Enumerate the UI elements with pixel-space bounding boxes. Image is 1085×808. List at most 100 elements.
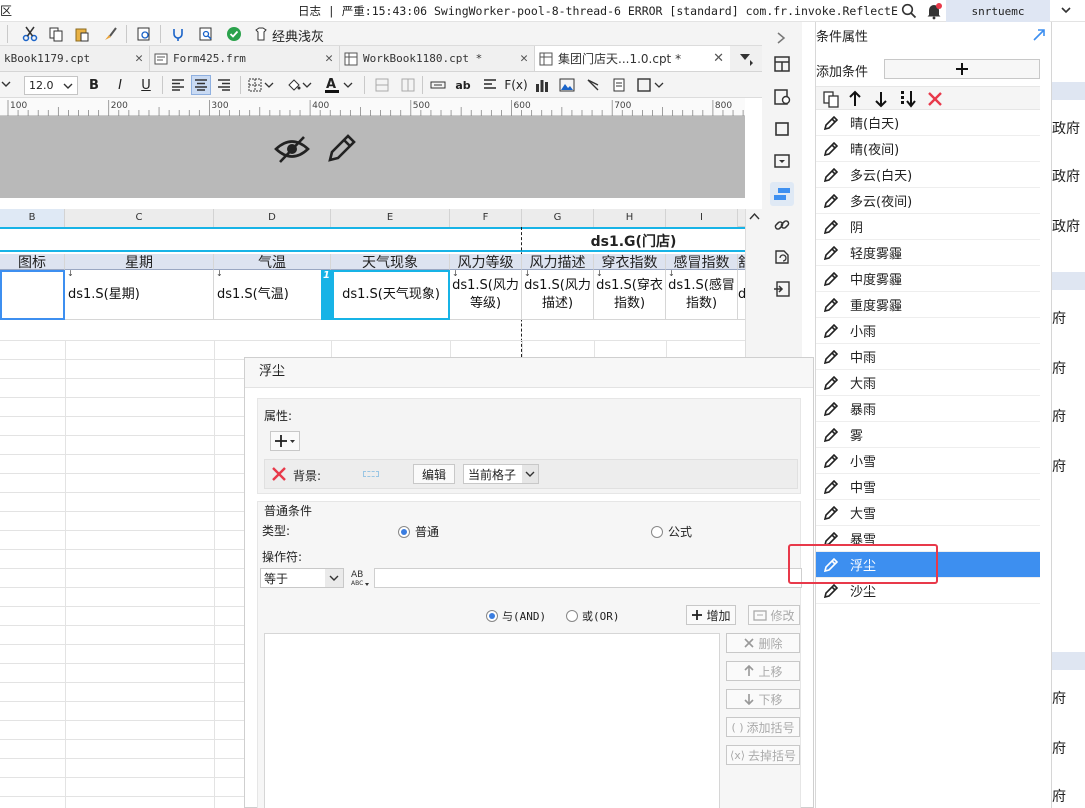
move-bottom-icon[interactable] — [899, 89, 917, 109]
close-icon[interactable]: ✕ — [713, 51, 724, 66]
condition-item[interactable]: 雾 — [816, 422, 1040, 448]
insert-text-icon[interactable]: ab — [452, 75, 474, 95]
underline-button[interactable]: U — [136, 75, 156, 95]
edit-pencil-icon[interactable] — [816, 453, 846, 468]
condition-item[interactable]: 暴雨 — [816, 396, 1040, 422]
edit-background-button[interactable]: 编辑 — [413, 464, 455, 484]
italic-button[interactable]: I — [110, 75, 130, 95]
plugin-icon[interactable] — [168, 24, 188, 44]
add-condition-item-button[interactable]: 增加 — [686, 605, 736, 625]
edit-pencil-icon[interactable] — [816, 349, 846, 364]
format-painter-icon[interactable] — [100, 24, 120, 44]
remove-bracket-button[interactable]: ⟨x⟩ 去掉括号 — [726, 745, 800, 765]
align-center-icon[interactable] — [191, 75, 211, 95]
condition-item[interactable]: 轻度雾霾 — [816, 240, 1040, 266]
font-name-dropdown-end[interactable] — [0, 78, 12, 90]
header-cell-wind-level[interactable]: 风力等级 — [450, 254, 522, 270]
pin-icon[interactable] — [1032, 28, 1046, 42]
header-cell-dressing[interactable]: 穿衣指数 — [594, 254, 666, 270]
move-up-icon[interactable] — [848, 90, 862, 108]
check-icon[interactable] — [224, 24, 244, 44]
condition-item[interactable]: 多云(夜间) — [816, 188, 1040, 214]
notification-bell-icon[interactable] — [925, 2, 943, 20]
close-icon[interactable]: ✕ — [135, 51, 143, 66]
and-radio[interactable]: 与(AND) — [486, 608, 546, 624]
delete-condition-icon[interactable] — [927, 91, 943, 107]
column-header-h[interactable]: H — [594, 209, 666, 227]
condition-item[interactable]: 多云(白天) — [816, 162, 1040, 188]
edit-pencil-icon[interactable] — [816, 115, 846, 130]
align-right-icon[interactable] — [214, 75, 234, 95]
column-header-d[interactable]: D — [214, 209, 331, 227]
or-radio[interactable]: 或(OR) — [566, 608, 620, 624]
data-cell-wind-desc[interactable]: ds1.S(风力描述) — [522, 270, 594, 320]
data-cell-weather[interactable]: ds1.S(天气现象) — [332, 270, 450, 320]
header-cell-cold[interactable]: 感冒指数 — [666, 254, 738, 270]
merge-cells-icon[interactable] — [372, 75, 392, 95]
copy-icon[interactable] — [46, 24, 66, 44]
modify-condition-button[interactable]: 修改 — [748, 605, 800, 625]
edit-pencil-icon[interactable] — [816, 323, 846, 338]
paste-icon[interactable] — [72, 24, 92, 44]
edit-pencil-icon[interactable] — [816, 479, 846, 494]
search-icon[interactable] — [901, 3, 917, 19]
condition-item[interactable]: 大雪 — [816, 500, 1040, 526]
insert-slash-icon[interactable] — [583, 75, 603, 95]
add-property-button[interactable] — [270, 431, 300, 451]
search-data-icon[interactable] — [196, 24, 216, 44]
tab-form425[interactable]: Form425.frm ✕ — [150, 46, 340, 71]
collapse-right-icon[interactable] — [776, 32, 786, 44]
cell-element-icon[interactable] — [636, 75, 666, 95]
data-cell-icon[interactable] — [0, 270, 65, 320]
condition-item[interactable]: 晴(夜间) — [816, 136, 1040, 162]
copy-condition-icon[interactable] — [822, 90, 840, 108]
edit-pencil-icon[interactable] — [816, 427, 846, 442]
insert-subreport-icon[interactable] — [609, 75, 629, 95]
type-formula-radio[interactable]: 公式 — [651, 523, 692, 540]
column-header-e[interactable]: E — [331, 209, 450, 227]
insert-line-icon[interactable] — [428, 75, 448, 95]
theme-icon[interactable] — [252, 24, 270, 44]
condition-item[interactable]: 重度雾霾 — [816, 292, 1040, 318]
close-icon[interactable]: ✕ — [325, 51, 333, 66]
log-message[interactable]: 日志 | 严重:15:43:06 SwingWorker-pool-8-thre… — [298, 0, 898, 22]
data-cell-weekday[interactable]: ds1.S(星期) — [65, 270, 214, 320]
tab-store-weather[interactable]: 集团门店天...1.0.cpt * ✕ — [535, 46, 730, 71]
close-icon[interactable]: ✕ — [520, 51, 528, 66]
column-header-b[interactable]: B — [0, 209, 65, 227]
data-cell-dressing[interactable]: ds1.S(穿衣指数) — [594, 270, 666, 320]
unmerge-cells-icon[interactable] — [398, 75, 418, 95]
header-cell-weekday[interactable]: 星期 — [65, 254, 214, 270]
edit-pencil-icon[interactable] — [816, 167, 846, 182]
condition-item[interactable]: 晴(白天) — [816, 110, 1040, 136]
header-cell-icon[interactable]: 图标 — [0, 254, 65, 270]
edit-pencil-icon[interactable] — [816, 401, 846, 416]
insert-image-icon[interactable] — [557, 75, 577, 95]
cell-element-attr-icon[interactable] — [773, 88, 791, 106]
condition-marker[interactable]: 1 — [321, 270, 332, 320]
user-menu[interactable]: snrtuemc — [946, 0, 1050, 22]
hyperlink-icon[interactable] — [773, 216, 791, 234]
cell-attributes-icon[interactable] — [773, 55, 791, 73]
condition-item[interactable]: 中度雾霾 — [816, 266, 1040, 292]
edit-pencil-icon[interactable] — [816, 271, 846, 286]
edit-pencil-icon[interactable] — [816, 141, 846, 156]
edit-pencil-icon[interactable] — [816, 219, 846, 234]
column-header-i[interactable]: I — [666, 209, 738, 227]
move-down-button[interactable]: 下移 — [726, 689, 800, 709]
header-cell-weather[interactable]: 天气现象 — [331, 254, 450, 270]
column-header-c[interactable]: C — [65, 209, 214, 227]
bold-button[interactable]: B — [84, 75, 104, 95]
data-cell-cold[interactable]: ds1.S(感冒指数) — [666, 270, 738, 320]
insert-richtext-icon[interactable] — [480, 75, 500, 95]
font-size-select[interactable]: 12.0 — [24, 76, 78, 95]
preview-icon[interactable] — [134, 24, 154, 44]
condition-attribute-icon[interactable] — [770, 182, 794, 206]
column-header-g[interactable]: G — [522, 209, 594, 227]
edit-pencil-icon[interactable] — [816, 375, 846, 390]
header-cell-temperature[interactable]: 气温 — [214, 254, 331, 270]
edit-pencil-icon[interactable] — [816, 245, 846, 260]
condition-item[interactable]: 小雪 — [816, 448, 1040, 474]
theme-label[interactable]: 经典浅灰 — [272, 26, 324, 45]
widget-icon[interactable] — [773, 120, 791, 138]
